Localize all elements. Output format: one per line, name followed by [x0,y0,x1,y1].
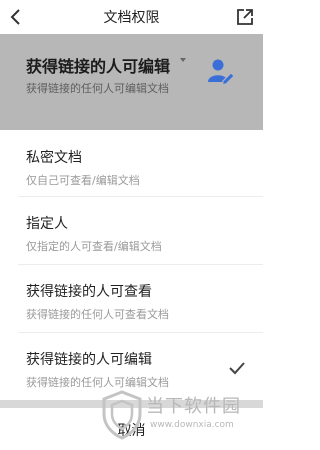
option-desc: 获得链接的任何人可查看文档 [26,308,169,321]
divider [18,332,263,333]
option-link-view[interactable]: 获得链接的人可查看 获得链接的任何人可查看文档 [0,266,263,330]
page-title: 文档权限 [103,10,160,26]
watermark-text: 当下软件园 [146,396,241,417]
current-permission[interactable]: 获得链接的人可编辑 获得链接的任何人可编辑文档 [0,34,263,130]
share-external-icon[interactable] [235,7,255,27]
watermark-logo-icon [100,390,144,440]
checkmark-icon [228,360,246,375]
option-label: 获得链接的人可编辑 [26,352,152,368]
current-permission-title: 获得链接的人可编辑 [26,57,171,76]
top-bar: 文档权限 [0,0,263,34]
current-permission-desc: 获得链接的任何人可编辑文档 [26,82,169,95]
option-label: 获得链接的人可查看 [26,284,152,300]
divider [18,264,263,265]
option-specified[interactable]: 指定人 仅指定的人可查看/编辑文档 [0,198,263,262]
person-edit-icon [206,56,236,86]
option-label: 私密文档 [26,150,82,166]
divider [18,196,263,197]
watermark-url: www.downxia.com [150,420,234,430]
option-desc: 仅自己可查看/编辑文档 [26,174,140,187]
caret-down-icon [180,58,186,62]
option-private[interactable]: 私密文档 仅自己可查看/编辑文档 [0,132,263,196]
option-label: 指定人 [26,216,68,232]
watermark: 当下软件园 www.downxia.com [100,388,260,444]
option-desc: 仅指定的人可查看/编辑文档 [26,240,162,253]
